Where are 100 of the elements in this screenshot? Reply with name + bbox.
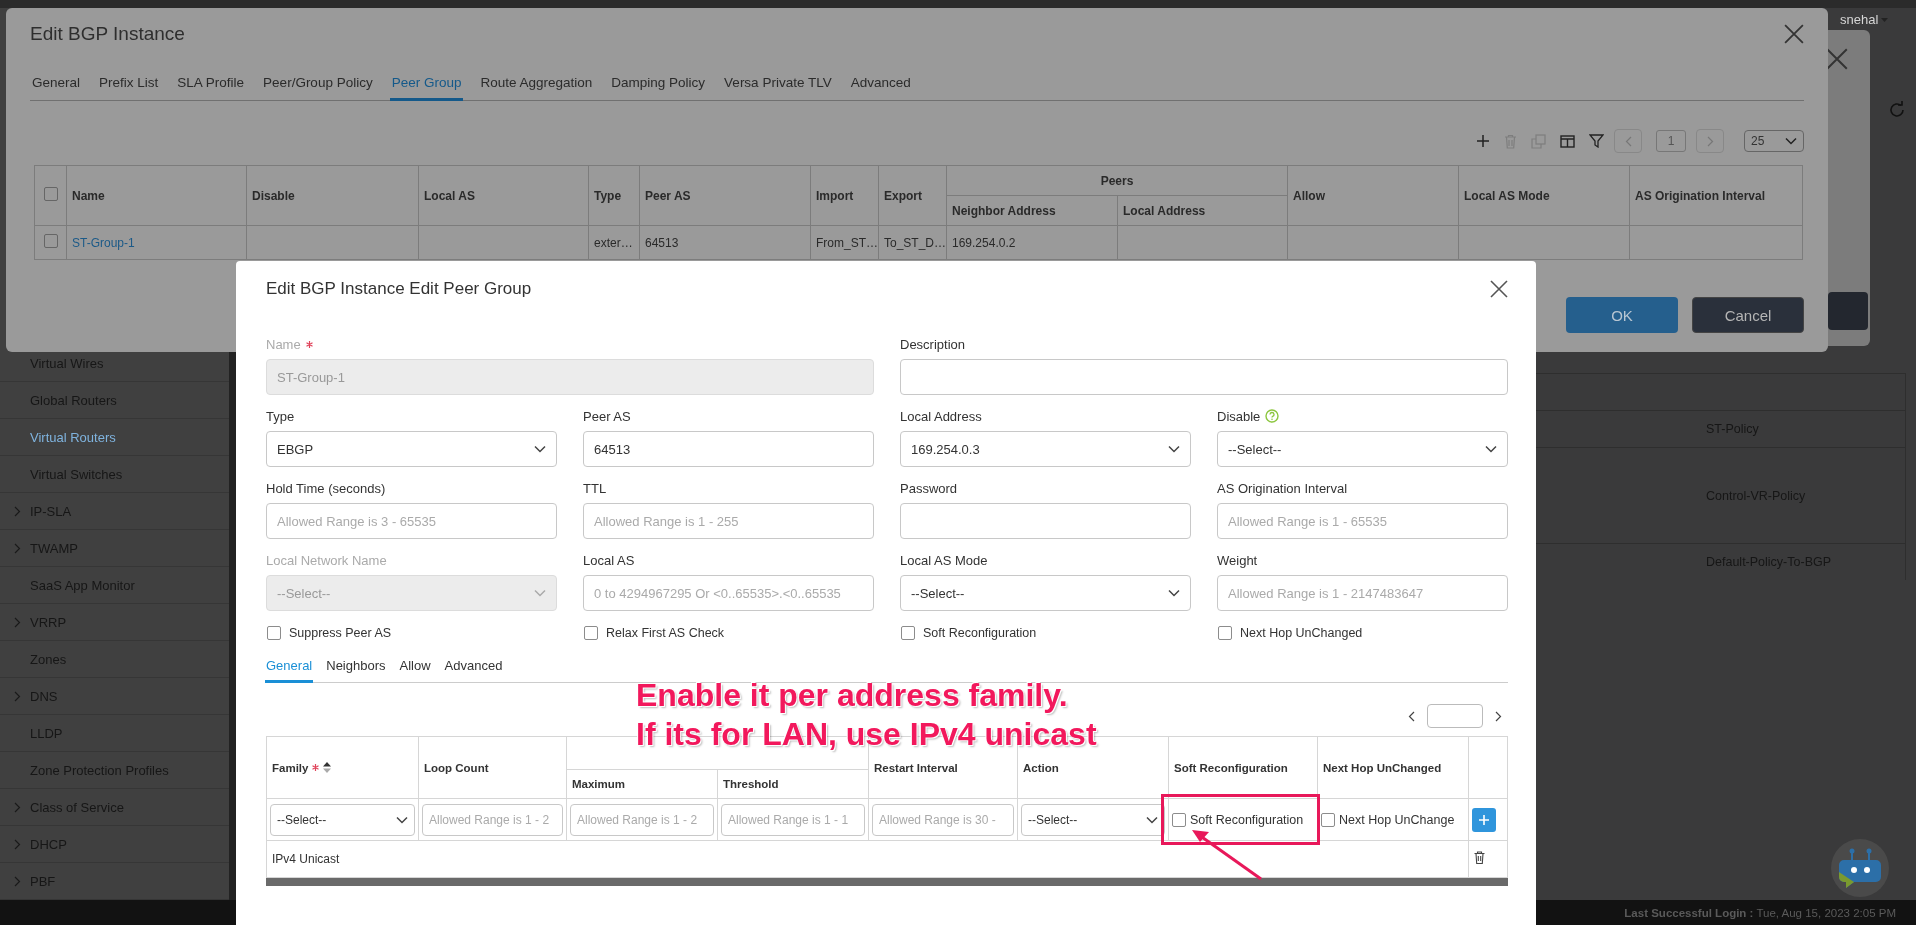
column-header[interactable]: Allow	[1287, 165, 1459, 226]
plus-icon[interactable]	[1479, 814, 1489, 825]
column-header[interactable]: Type	[588, 165, 640, 226]
chevron-right-icon[interactable]	[14, 875, 21, 887]
chevron-left-icon[interactable]	[1624, 135, 1632, 147]
scrollbar[interactable]	[266, 878, 1508, 886]
text-field[interactable]	[900, 359, 1508, 395]
previous-page-icon[interactable]	[1408, 710, 1415, 722]
filter-icon[interactable]	[1589, 134, 1604, 148]
refresh-icon[interactable]	[1887, 100, 1907, 120]
checkbox[interactable]	[1172, 812, 1186, 827]
field-label: Local AS Mode	[900, 552, 988, 568]
chevron-down-icon	[1168, 445, 1180, 453]
close-icon[interactable]	[1784, 24, 1804, 44]
tab[interactable]: Damping Policy	[609, 70, 708, 101]
checkbox[interactable]	[1321, 812, 1335, 827]
sidebar-item[interactable]: Virtual Routers	[30, 429, 116, 445]
text-field[interactable]: Allowed Range is 1 - 2	[570, 803, 714, 836]
text-field[interactable]	[900, 503, 1191, 539]
chevron-right-icon[interactable]	[14, 542, 21, 554]
text-field[interactable]: Allowed Range is 1 - 2147483647	[1217, 575, 1508, 611]
tab[interactable]: Route Aggregation	[478, 70, 595, 101]
checkbox-label[interactable]: Relax First AS Check	[606, 626, 725, 640]
text-field[interactable]: 64513	[583, 431, 874, 467]
column-header[interactable]: AS Origination Interval	[1629, 165, 1803, 226]
select-field[interactable]: --Select--	[1217, 431, 1508, 467]
chevron-right-icon[interactable]	[1706, 135, 1714, 147]
tab[interactable]: General	[30, 70, 83, 101]
text-field[interactable]: Allowed Range is 30 -	[872, 803, 1014, 836]
peer-group-link[interactable]: ST-Group-1	[72, 235, 135, 250]
cancel-button[interactable]: Cancel	[1692, 297, 1804, 333]
caret-icon[interactable]	[1881, 17, 1889, 22]
previous-page-button[interactable]	[1614, 129, 1642, 153]
ok-button[interactable]: OK	[1566, 297, 1678, 333]
chevron-right-icon[interactable]	[14, 838, 21, 850]
column-header[interactable]: Import	[810, 165, 879, 226]
add-icon[interactable]	[1476, 134, 1490, 148]
text-field[interactable]: Allowed Range is 1 - 2	[422, 803, 563, 836]
select-field[interactable]: --Select--	[900, 575, 1191, 611]
checkbox-label[interactable]: Next Hop UnChanged	[1240, 626, 1363, 640]
column-header[interactable]: Export	[878, 165, 947, 226]
field-label: Hold Time (seconds)	[266, 480, 386, 496]
column-header[interactable]: Neighbor Address	[946, 195, 1118, 226]
tab[interactable]: Peer Group	[389, 70, 464, 101]
checkbox[interactable]	[43, 187, 58, 201]
checkbox[interactable]	[584, 626, 598, 640]
column-header[interactable]: Name	[66, 165, 247, 226]
tab[interactable]: Allow	[398, 652, 432, 683]
tab[interactable]: Versa Private TLV	[722, 70, 834, 101]
page-size-select[interactable]: 25	[1744, 130, 1804, 152]
next-page-icon[interactable]	[1495, 710, 1502, 722]
close-icon[interactable]	[1490, 280, 1508, 298]
sort-icon[interactable]	[323, 762, 332, 773]
chevron-right-icon[interactable]	[14, 801, 21, 813]
select-field[interactable]: --Select--	[270, 803, 415, 836]
select-field[interactable]: --Select--	[1021, 803, 1165, 836]
tab[interactable]: SLA Profile	[175, 70, 247, 101]
field-label: Local AS	[583, 552, 635, 568]
chevron-down-icon	[1785, 137, 1797, 145]
chevron-right-icon[interactable]	[14, 690, 21, 702]
column-header[interactable]: Disable	[246, 165, 419, 226]
select-field[interactable]: EBGP	[266, 431, 557, 467]
chevron-right-icon[interactable]	[14, 505, 21, 517]
next-page-button[interactable]	[1696, 129, 1724, 153]
columns-icon[interactable]	[1560, 134, 1575, 148]
column-header[interactable]: Local AS Mode	[1458, 165, 1630, 226]
text-field[interactable]: 0 to 4294967295 Or <0..65535>.<0..65535	[583, 575, 874, 611]
text-field[interactable]: Allowed Range is 1 - 1	[721, 803, 865, 836]
page-field[interactable]	[1427, 704, 1483, 728]
add-button[interactable]	[1472, 807, 1496, 832]
tab[interactable]: Prefix List	[97, 70, 161, 101]
checkbox[interactable]	[43, 234, 58, 248]
select-field[interactable]: 169.254.0.3	[900, 431, 1191, 467]
checkbox-label[interactable]: Suppress Peer AS	[289, 626, 392, 640]
text-field[interactable]: Allowed Range is 1 - 65535	[1217, 503, 1508, 539]
table-cell: exter…	[594, 235, 633, 250]
chevron-down-icon	[396, 815, 408, 824]
column-header[interactable]: Peer AS	[639, 165, 811, 226]
chevron-right-icon[interactable]	[14, 616, 21, 628]
tab[interactable]: General	[265, 652, 314, 683]
text-field[interactable]: Allowed Range is 3 - 65535	[266, 503, 557, 539]
text-field[interactable]: Allowed Range is 1 - 255	[583, 503, 874, 539]
page-number[interactable]: 1	[1656, 130, 1686, 152]
annotation-text: Enable it per address family.	[636, 676, 1069, 715]
tab[interactable]: Advanced	[848, 70, 913, 101]
required-icon	[305, 340, 313, 348]
checkbox[interactable]	[267, 626, 281, 640]
trash-icon[interactable]	[1474, 851, 1485, 864]
checkbox[interactable]	[1218, 626, 1232, 640]
tab[interactable]: Advanced	[443, 652, 504, 683]
checkbox[interactable]	[901, 626, 915, 640]
user-menu[interactable]: snehal	[1840, 12, 1889, 27]
chatbot-icon[interactable]	[1830, 838, 1890, 898]
tab[interactable]: Neighbors	[325, 652, 387, 683]
tab[interactable]: Peer/Group Policy	[261, 70, 375, 101]
help-icon[interactable]	[1265, 409, 1280, 423]
checkbox-label[interactable]: Soft Reconfiguration	[923, 626, 1037, 640]
column-header[interactable]: Local AS	[418, 165, 589, 226]
field-label: Name	[266, 336, 301, 352]
close-icon[interactable]	[1826, 48, 1848, 70]
